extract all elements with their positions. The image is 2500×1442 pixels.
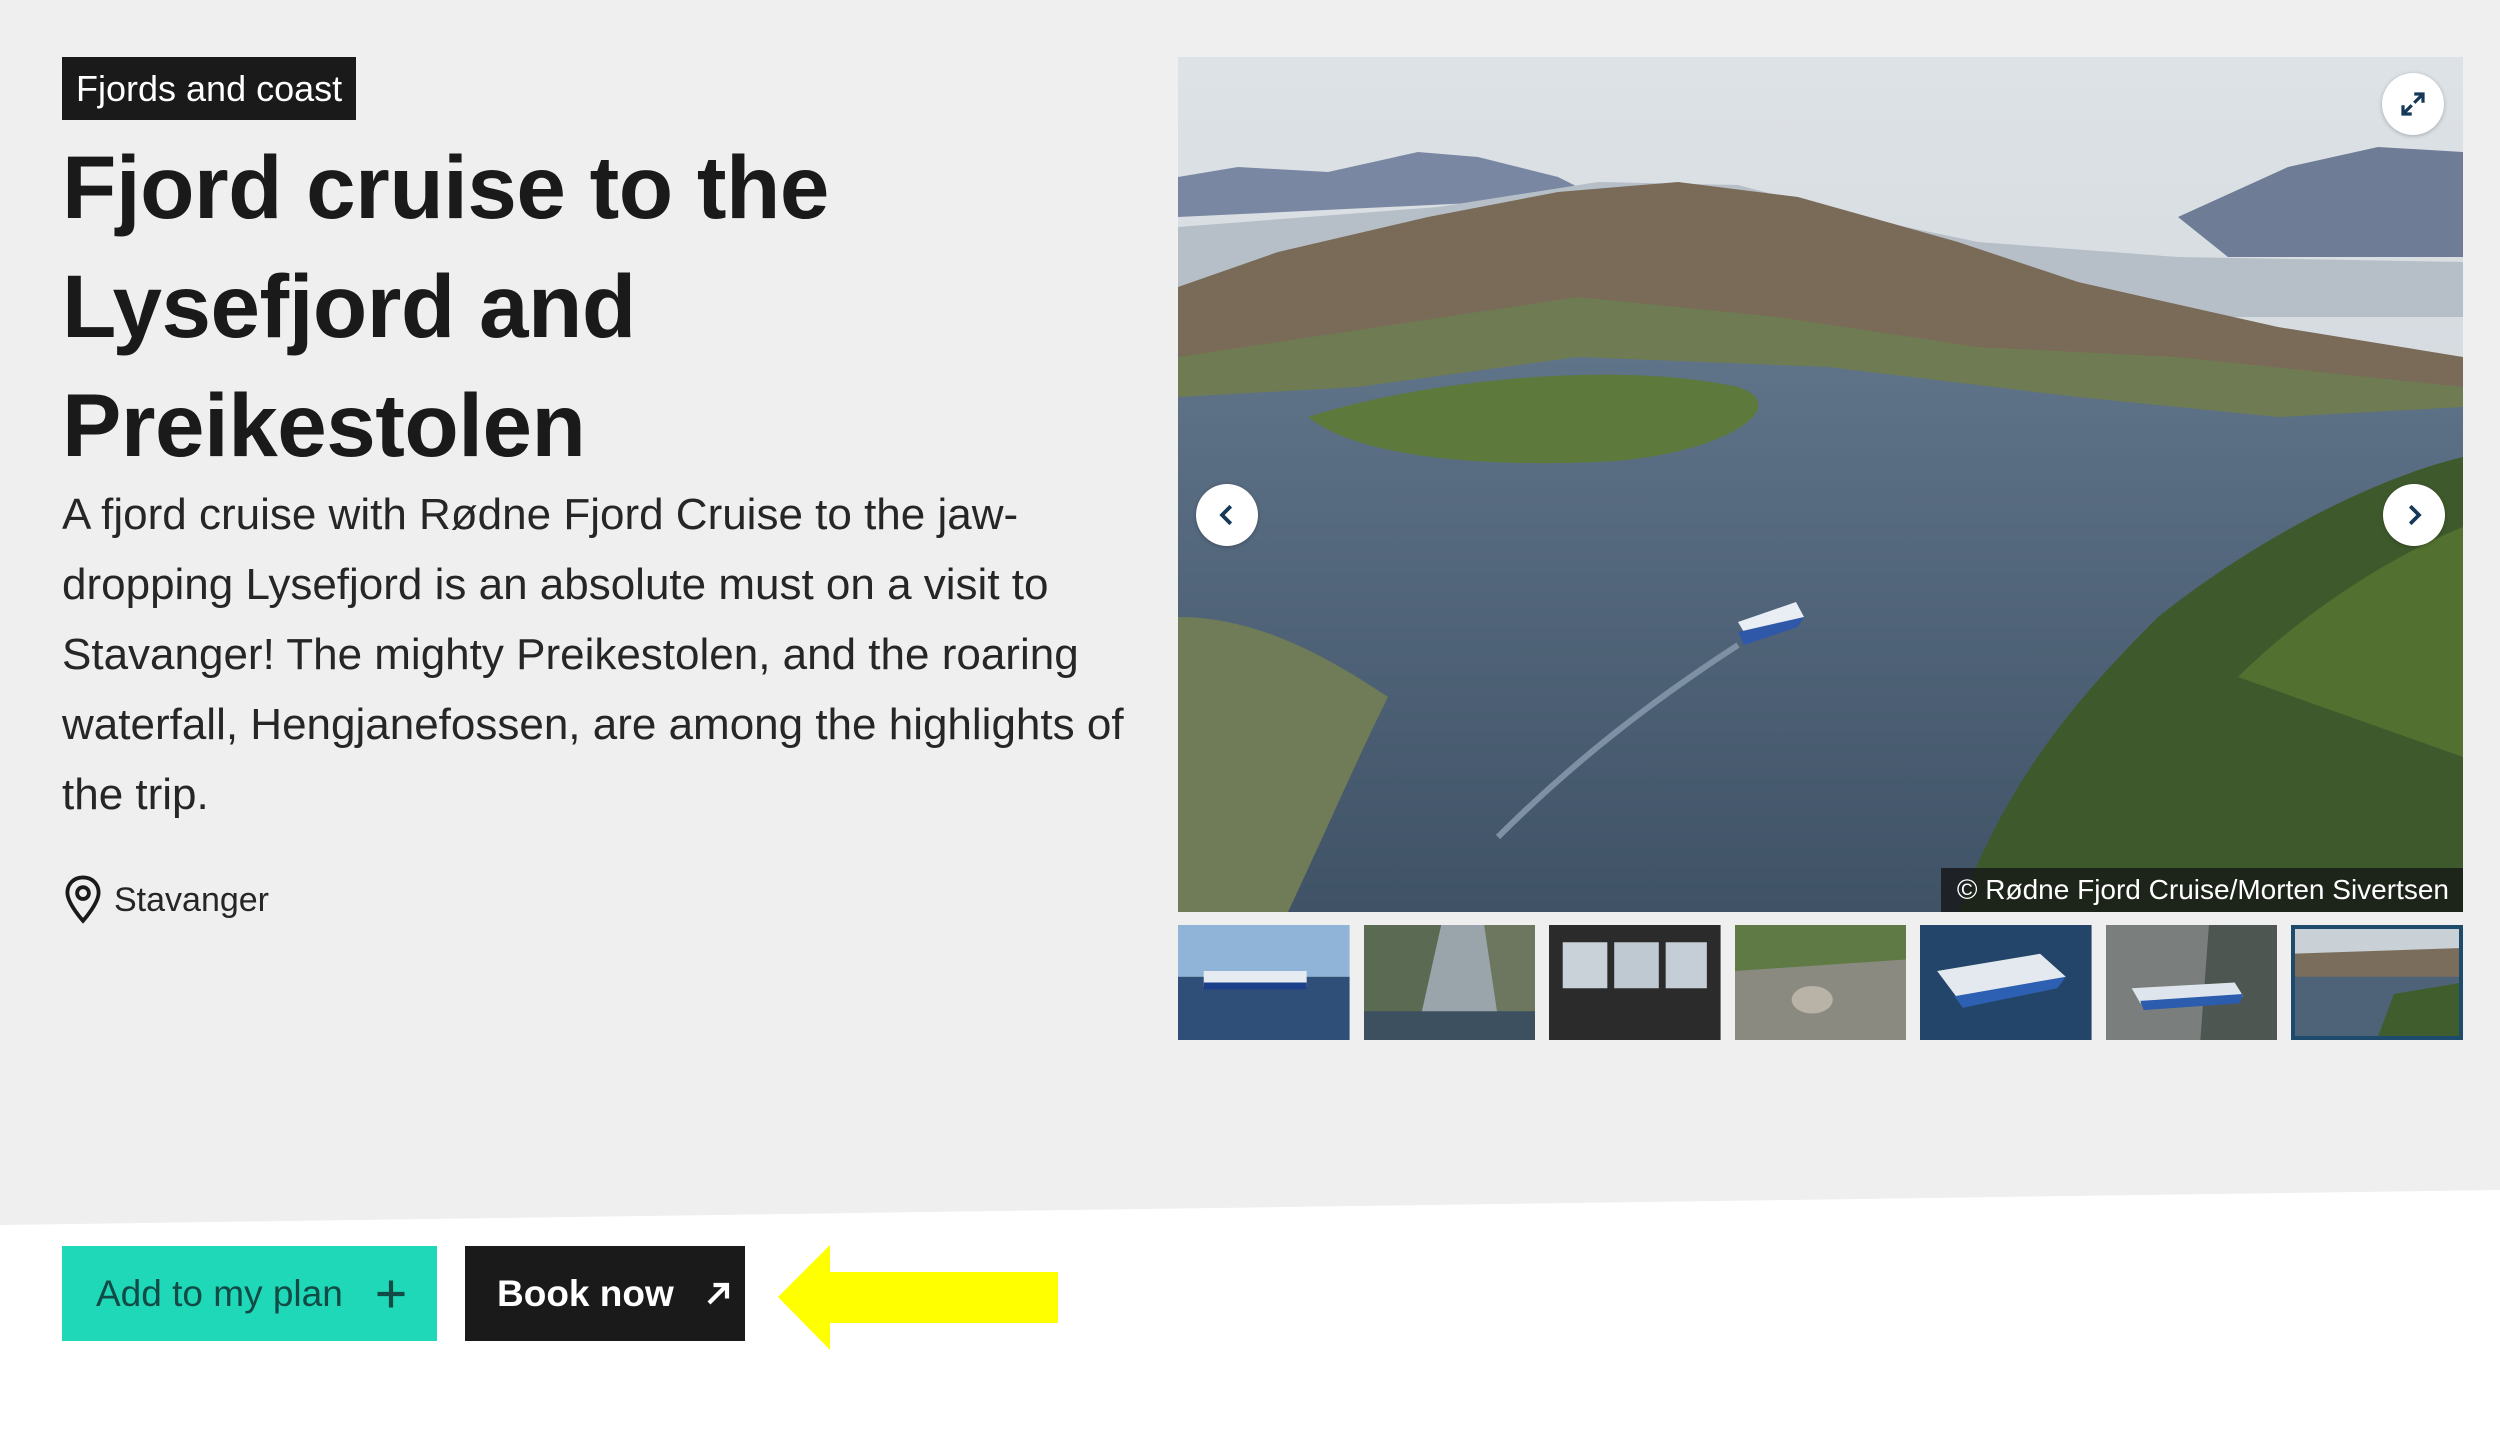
add-to-plan-button[interactable]: Add to my plan bbox=[62, 1246, 437, 1341]
book-now-button[interactable]: Book now bbox=[465, 1246, 745, 1341]
chevron-left-icon bbox=[1219, 504, 1233, 526]
page-title: Fjord cruise to the Lysefjord and Preike… bbox=[62, 137, 829, 475]
thumbnail-active[interactable] bbox=[2291, 925, 2464, 1040]
plus-icon bbox=[377, 1280, 405, 1307]
thumbnail[interactable] bbox=[1549, 925, 1721, 1040]
next-image-button[interactable] bbox=[2383, 484, 2445, 546]
arrow-up-right-icon bbox=[707, 1282, 729, 1304]
fjord-photo bbox=[1178, 57, 2463, 912]
fullscreen-button[interactable] bbox=[2382, 73, 2444, 135]
previous-image-button[interactable] bbox=[1196, 484, 1258, 546]
category-tag[interactable]: Fjords and coast bbox=[62, 57, 357, 120]
expand-icon bbox=[2401, 92, 2425, 116]
thumbnail[interactable] bbox=[1920, 925, 2092, 1040]
map-pin-icon bbox=[65, 875, 101, 924]
thumbnail-strip bbox=[1178, 925, 2464, 1040]
main-gallery-image[interactable]: © Rødne Fjord Cruise/Morten Sivertsen bbox=[1178, 57, 2463, 912]
thumbnail[interactable] bbox=[1363, 925, 1536, 1040]
thumbnail[interactable] bbox=[2105, 925, 2278, 1040]
thumbnail[interactable] bbox=[1734, 925, 1907, 1040]
annotation-arrow-icon bbox=[778, 1245, 1058, 1350]
chevron-right-icon bbox=[2408, 504, 2422, 526]
location: Stavanger bbox=[62, 872, 269, 928]
book-now-label: Book now bbox=[497, 1272, 674, 1314]
add-to-plan-label: Add to my plan bbox=[96, 1272, 343, 1314]
location-name: Stavanger bbox=[114, 880, 269, 919]
photo-credit: © Rødne Fjord Cruise/Morten Sivertsen bbox=[1940, 868, 2463, 912]
description: A fjord cruise with Rødne Fjord Cruise t… bbox=[62, 490, 1124, 819]
thumbnail[interactable] bbox=[1178, 925, 1350, 1040]
